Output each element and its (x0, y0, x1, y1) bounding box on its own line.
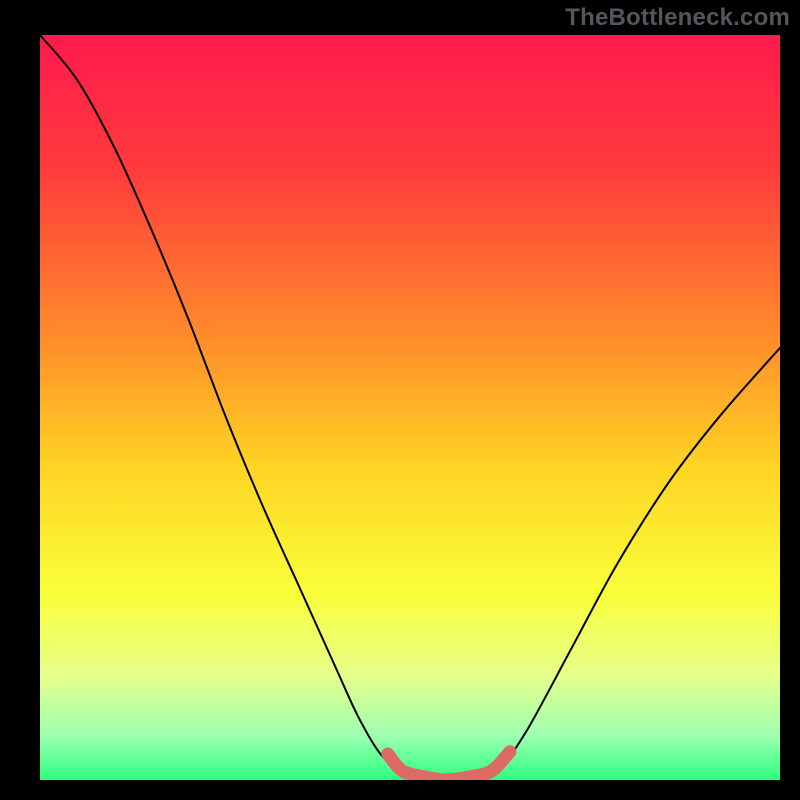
gradient-background (40, 35, 780, 780)
watermark-label: TheBottleneck.com (565, 4, 790, 32)
plot-area (40, 35, 780, 780)
plot-svg (40, 35, 780, 780)
chart-frame: TheBottleneck.com (0, 0, 800, 800)
